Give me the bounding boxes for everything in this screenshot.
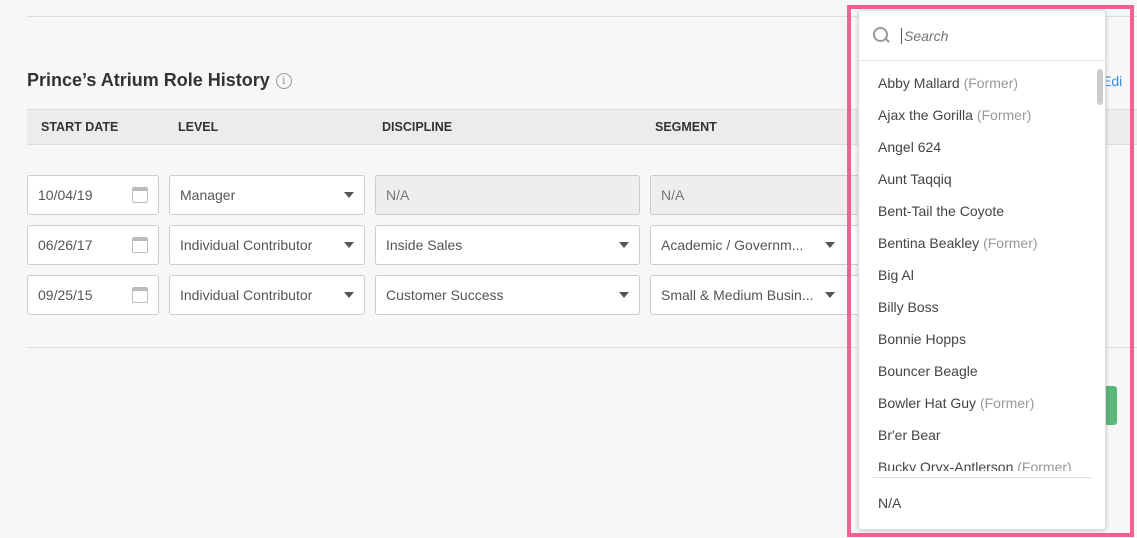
- chevron-down-icon: [825, 292, 835, 298]
- option-item[interactable]: Billy Boss: [859, 291, 1105, 323]
- option-name: Bent-Tail the Coyote: [878, 203, 1005, 219]
- col-start-date: START DATE: [41, 120, 119, 134]
- calendar-icon[interactable]: [132, 287, 148, 303]
- option-name: Ajax the Gorilla: [878, 107, 973, 123]
- date-value: 06/26/17: [38, 237, 93, 253]
- option-name: Aunt Taqqiq: [878, 171, 952, 187]
- level-select[interactable]: Manager: [169, 175, 365, 215]
- option-item[interactable]: Bouncer Beagle: [859, 355, 1105, 387]
- former-tag: (Former): [983, 235, 1038, 251]
- level-select[interactable]: Individual Contributor: [169, 275, 365, 315]
- search-bar: [859, 11, 1105, 61]
- segment-value: Academic / Governm...: [661, 237, 804, 253]
- option-item[interactable]: Abby Mallard (Former): [859, 67, 1105, 99]
- option-item[interactable]: Bent-Tail the Coyote: [859, 195, 1105, 227]
- level-value: Individual Contributor: [180, 287, 313, 303]
- option-item[interactable]: Angel 624: [859, 131, 1105, 163]
- chevron-down-icon: [344, 292, 354, 298]
- scrollbar[interactable]: [1097, 69, 1103, 105]
- col-level: LEVEL: [178, 120, 219, 134]
- option-na[interactable]: N/A: [878, 495, 901, 511]
- option-name: Big Al: [878, 267, 914, 283]
- former-tag: (Former): [976, 107, 1032, 123]
- level-value: Manager: [180, 187, 236, 203]
- discipline-value: N/A: [386, 187, 410, 203]
- option-item[interactable]: Aunt Taqqiq: [859, 163, 1105, 195]
- calendar-icon[interactable]: [132, 237, 148, 253]
- option-name: Bouncer Beagle: [878, 363, 978, 379]
- former-tag: (Former): [1017, 459, 1072, 471]
- discipline-select[interactable]: Inside Sales: [375, 225, 640, 265]
- segment-select: N/A: [650, 175, 860, 215]
- date-value: 10/04/19: [38, 187, 93, 203]
- option-name: Billy Boss: [878, 299, 939, 315]
- discipline-select: N/A: [375, 175, 640, 215]
- option-item[interactable]: Big Al: [859, 259, 1105, 291]
- option-list: Abby Mallard (Former) Ajax the Gorilla (F…: [859, 67, 1105, 471]
- segment-value: N/A: [661, 187, 685, 203]
- discipline-value: Inside Sales: [386, 237, 463, 253]
- chevron-down-icon: [344, 242, 354, 248]
- option-item[interactable]: Ajax the Gorilla (Former): [859, 99, 1105, 131]
- level-select[interactable]: Individual Contributor: [169, 225, 365, 265]
- list-divider: [873, 477, 1091, 478]
- start-date-input[interactable]: 06/26/17: [27, 225, 159, 265]
- start-date-input[interactable]: 10/04/19: [27, 175, 159, 215]
- option-item[interactable]: Br'er Bear: [859, 419, 1105, 451]
- chevron-down-icon: [619, 292, 629, 298]
- chevron-down-icon: [619, 242, 629, 248]
- option-name: Bonnie Hopps: [878, 331, 966, 347]
- col-segment: SEGMENT: [655, 120, 717, 134]
- date-value: 09/25/15: [38, 287, 93, 303]
- option-name: Angel 624: [878, 139, 942, 155]
- former-tag: (Former): [963, 75, 1019, 91]
- option-name: Bowler Hat Guy: [878, 395, 977, 411]
- col-discipline: DISCIPLINE: [382, 120, 453, 134]
- title-text: Prince’s Atrium Role History: [27, 70, 270, 90]
- segment-value: Small & Medium Busin...: [661, 287, 814, 303]
- option-name: Bucky Oryx-Antlerson: [878, 459, 1014, 471]
- discipline-value: Customer Success: [386, 287, 504, 303]
- option-item[interactable]: Bentina Beakley (Former): [859, 227, 1105, 259]
- option-item[interactable]: Bucky Oryx-Antlerson (Former): [859, 451, 1105, 471]
- option-item[interactable]: Bowler Hat Guy (Former): [859, 387, 1105, 419]
- chevron-down-icon: [825, 242, 835, 248]
- person-dropdown: Abby Mallard (Former)Ajax the Gorilla (F…: [858, 10, 1106, 530]
- level-value: Individual Contributor: [180, 237, 313, 253]
- former-tag: (Former): [979, 395, 1035, 411]
- discipline-select[interactable]: Customer Success: [375, 275, 640, 315]
- segment-select[interactable]: Small & Medium Busin...: [650, 275, 860, 315]
- chevron-down-icon: [344, 192, 354, 198]
- option-name: Br'er Bear: [878, 427, 941, 443]
- start-date-input[interactable]: 09/25/15: [27, 275, 159, 315]
- segment-select[interactable]: Academic / Governm...: [650, 225, 860, 265]
- option-name: Abby Mallard: [878, 75, 960, 91]
- calendar-icon[interactable]: [132, 187, 148, 203]
- info-icon[interactable]: i: [275, 72, 292, 89]
- search-icon: [873, 26, 891, 45]
- option-item[interactable]: Bonnie Hopps: [859, 323, 1105, 355]
- section-title: Prince’s Atrium Role History i: [27, 70, 292, 91]
- option-name: Bentina Beakley: [878, 235, 980, 251]
- search-input[interactable]: [901, 27, 1081, 44]
